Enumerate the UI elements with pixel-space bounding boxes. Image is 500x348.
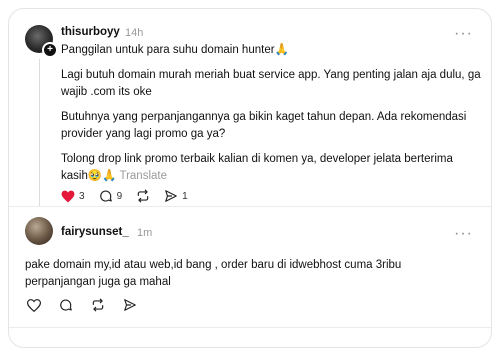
- post-paragraph-2: Butuhnya yang perpanjangannya ga bikin k…: [61, 111, 467, 140]
- post-paragraph-1: Lagi butuh domain murah meriah buat serv…: [61, 69, 481, 98]
- share-count: 1: [182, 190, 188, 202]
- post-time: 14h: [125, 27, 144, 39]
- comment-button[interactable]: 9: [99, 189, 123, 203]
- reply-text: pake domain my,id atau web,id bang , ord…: [25, 259, 402, 288]
- post-username[interactable]: thisurboyy: [61, 26, 120, 38]
- reply-comment-button[interactable]: [59, 298, 73, 312]
- reply-time: 1m: [137, 227, 153, 239]
- send-icon: [165, 190, 177, 202]
- post-paragraph-3-container: Tolong drop link promo terbaik kalian di…: [61, 151, 481, 185]
- reply-username[interactable]: fairysunset_: [61, 226, 129, 238]
- share-button[interactable]: 1: [164, 189, 188, 203]
- comment-count: 9: [116, 190, 123, 202]
- comment-icon: [60, 299, 72, 311]
- repost-icon: [137, 189, 149, 203]
- heart-icon: [27, 298, 41, 312]
- thread-line: [39, 59, 40, 207]
- like-button[interactable]: 3: [61, 190, 85, 203]
- post-actions: 3 9 1: [61, 189, 202, 203]
- post-line-1: Panggilan untuk para suhu domain hunter🙏: [61, 44, 289, 56]
- divider: [9, 206, 491, 207]
- reply-like-button[interactable]: [27, 298, 41, 312]
- heart-filled-icon: [61, 190, 75, 202]
- reply-share-button[interactable]: [123, 298, 137, 312]
- repost-button[interactable]: [136, 189, 150, 203]
- thread-card: + thisurboyy 14h ··· Panggilan untuk par…: [8, 8, 492, 348]
- reply-avatar[interactable]: [25, 217, 53, 245]
- like-count: 3: [79, 190, 85, 202]
- comment-icon: [99, 190, 112, 202]
- repost-icon: [92, 298, 104, 312]
- reply-more-options-icon[interactable]: ···: [454, 226, 473, 242]
- divider: [9, 327, 491, 328]
- send-icon: [124, 299, 136, 311]
- reply-repost-button[interactable]: [91, 298, 105, 312]
- more-options-icon[interactable]: ···: [454, 26, 473, 42]
- reply-actions: [27, 298, 151, 312]
- translate-link[interactable]: Translate: [119, 170, 167, 182]
- follow-plus-icon[interactable]: +: [42, 42, 58, 58]
